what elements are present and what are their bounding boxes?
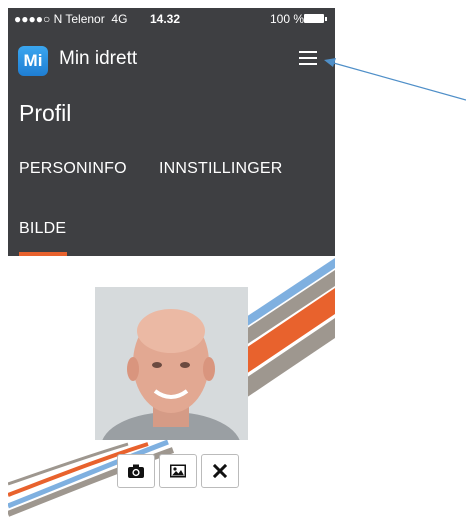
- annotation-arrow: [324, 58, 466, 101]
